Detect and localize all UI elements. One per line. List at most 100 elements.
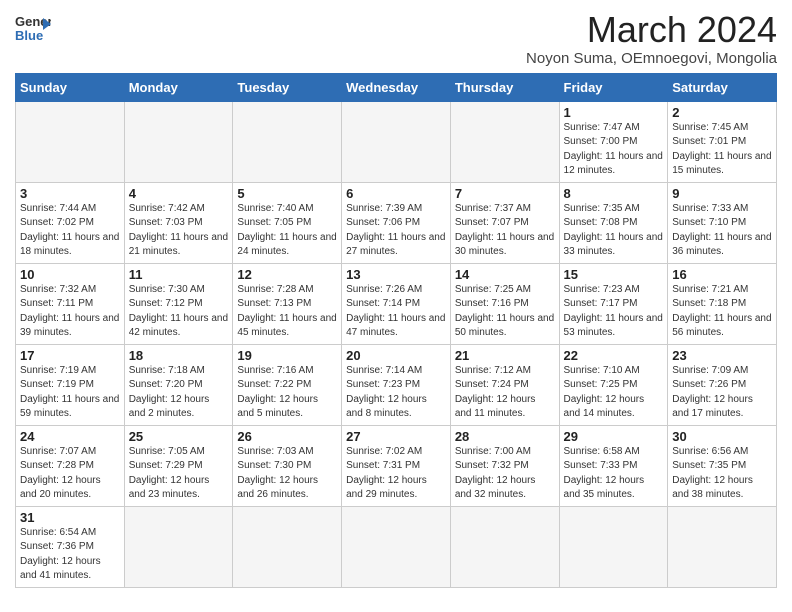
week-row-3: 17Sunrise: 7:19 AM Sunset: 7:19 PM Dayli… — [16, 344, 777, 425]
week-row-5: 31Sunrise: 6:54 AM Sunset: 7:36 PM Dayli… — [16, 506, 777, 587]
day-info: Sunrise: 7:28 AM Sunset: 7:13 PM Dayligh… — [237, 283, 337, 341]
logo-icon: General Blue — [15, 10, 51, 46]
month-title: March 2024 — [526, 10, 777, 50]
day-cell: 30Sunrise: 6:56 AM Sunset: 7:35 PM Dayli… — [668, 425, 777, 506]
day-info: Sunrise: 7:25 AM Sunset: 7:16 PM Dayligh… — [455, 283, 555, 341]
col-header-monday: Monday — [124, 73, 233, 101]
day-number: 25 — [129, 429, 229, 444]
day-cell: 8Sunrise: 7:35 AM Sunset: 7:08 PM Daylig… — [559, 182, 668, 263]
day-cell — [124, 101, 233, 182]
day-cell — [124, 506, 233, 587]
day-cell: 28Sunrise: 7:00 AM Sunset: 7:32 PM Dayli… — [450, 425, 559, 506]
day-cell: 14Sunrise: 7:25 AM Sunset: 7:16 PM Dayli… — [450, 263, 559, 344]
day-number: 18 — [129, 348, 229, 363]
day-number: 27 — [346, 429, 446, 444]
day-number: 1 — [564, 105, 664, 120]
day-info: Sunrise: 7:14 AM Sunset: 7:23 PM Dayligh… — [346, 364, 446, 422]
day-info: Sunrise: 7:00 AM Sunset: 7:32 PM Dayligh… — [455, 445, 555, 503]
day-number: 5 — [237, 186, 337, 201]
day-number: 12 — [237, 267, 337, 282]
day-info: Sunrise: 7:26 AM Sunset: 7:14 PM Dayligh… — [346, 283, 446, 341]
subtitle: Noyon Suma, OEmnoegovi, Mongolia — [526, 50, 777, 67]
day-number: 11 — [129, 267, 229, 282]
day-info: Sunrise: 7:44 AM Sunset: 7:02 PM Dayligh… — [20, 202, 120, 260]
day-number: 21 — [455, 348, 555, 363]
day-cell: 1Sunrise: 7:47 AM Sunset: 7:00 PM Daylig… — [559, 101, 668, 182]
week-row-1: 3Sunrise: 7:44 AM Sunset: 7:02 PM Daylig… — [16, 182, 777, 263]
day-cell: 26Sunrise: 7:03 AM Sunset: 7:30 PM Dayli… — [233, 425, 342, 506]
col-header-wednesday: Wednesday — [342, 73, 451, 101]
day-number: 22 — [564, 348, 664, 363]
day-cell: 25Sunrise: 7:05 AM Sunset: 7:29 PM Dayli… — [124, 425, 233, 506]
day-number: 26 — [237, 429, 337, 444]
day-number: 15 — [564, 267, 664, 282]
day-cell: 21Sunrise: 7:12 AM Sunset: 7:24 PM Dayli… — [450, 344, 559, 425]
day-cell — [233, 101, 342, 182]
day-info: Sunrise: 7:42 AM Sunset: 7:03 PM Dayligh… — [129, 202, 229, 260]
day-cell: 7Sunrise: 7:37 AM Sunset: 7:07 PM Daylig… — [450, 182, 559, 263]
day-cell — [668, 506, 777, 587]
day-cell — [450, 506, 559, 587]
day-number: 29 — [564, 429, 664, 444]
day-info: Sunrise: 7:18 AM Sunset: 7:20 PM Dayligh… — [129, 364, 229, 422]
day-number: 4 — [129, 186, 229, 201]
day-info: Sunrise: 7:45 AM Sunset: 7:01 PM Dayligh… — [672, 121, 772, 179]
day-info: Sunrise: 6:56 AM Sunset: 7:35 PM Dayligh… — [672, 445, 772, 503]
day-info: Sunrise: 7:19 AM Sunset: 7:19 PM Dayligh… — [20, 364, 120, 422]
col-header-saturday: Saturday — [668, 73, 777, 101]
day-cell: 2Sunrise: 7:45 AM Sunset: 7:01 PM Daylig… — [668, 101, 777, 182]
day-cell: 4Sunrise: 7:42 AM Sunset: 7:03 PM Daylig… — [124, 182, 233, 263]
day-info: Sunrise: 7:09 AM Sunset: 7:26 PM Dayligh… — [672, 364, 772, 422]
day-cell — [233, 506, 342, 587]
day-cell: 3Sunrise: 7:44 AM Sunset: 7:02 PM Daylig… — [16, 182, 125, 263]
day-cell — [450, 101, 559, 182]
day-info: Sunrise: 7:47 AM Sunset: 7:00 PM Dayligh… — [564, 121, 664, 179]
week-row-2: 10Sunrise: 7:32 AM Sunset: 7:11 PM Dayli… — [16, 263, 777, 344]
day-cell: 13Sunrise: 7:26 AM Sunset: 7:14 PM Dayli… — [342, 263, 451, 344]
day-cell: 24Sunrise: 7:07 AM Sunset: 7:28 PM Dayli… — [16, 425, 125, 506]
day-info: Sunrise: 7:21 AM Sunset: 7:18 PM Dayligh… — [672, 283, 772, 341]
day-number: 31 — [20, 510, 120, 525]
day-info: Sunrise: 7:23 AM Sunset: 7:17 PM Dayligh… — [564, 283, 664, 341]
day-info: Sunrise: 6:54 AM Sunset: 7:36 PM Dayligh… — [20, 526, 120, 584]
day-cell: 15Sunrise: 7:23 AM Sunset: 7:17 PM Dayli… — [559, 263, 668, 344]
day-info: Sunrise: 7:37 AM Sunset: 7:07 PM Dayligh… — [455, 202, 555, 260]
day-info: Sunrise: 7:33 AM Sunset: 7:10 PM Dayligh… — [672, 202, 772, 260]
day-cell: 16Sunrise: 7:21 AM Sunset: 7:18 PM Dayli… — [668, 263, 777, 344]
day-cell: 23Sunrise: 7:09 AM Sunset: 7:26 PM Dayli… — [668, 344, 777, 425]
day-number: 30 — [672, 429, 772, 444]
day-cell: 11Sunrise: 7:30 AM Sunset: 7:12 PM Dayli… — [124, 263, 233, 344]
day-number: 3 — [20, 186, 120, 201]
logo: General Blue — [15, 10, 51, 46]
day-cell: 29Sunrise: 6:58 AM Sunset: 7:33 PM Dayli… — [559, 425, 668, 506]
col-header-thursday: Thursday — [450, 73, 559, 101]
day-info: Sunrise: 7:30 AM Sunset: 7:12 PM Dayligh… — [129, 283, 229, 341]
day-info: Sunrise: 7:05 AM Sunset: 7:29 PM Dayligh… — [129, 445, 229, 503]
day-cell: 6Sunrise: 7:39 AM Sunset: 7:06 PM Daylig… — [342, 182, 451, 263]
day-number: 10 — [20, 267, 120, 282]
col-header-tuesday: Tuesday — [233, 73, 342, 101]
day-number: 24 — [20, 429, 120, 444]
day-cell: 5Sunrise: 7:40 AM Sunset: 7:05 PM Daylig… — [233, 182, 342, 263]
day-number: 14 — [455, 267, 555, 282]
day-number: 8 — [564, 186, 664, 201]
day-cell: 12Sunrise: 7:28 AM Sunset: 7:13 PM Dayli… — [233, 263, 342, 344]
day-cell: 9Sunrise: 7:33 AM Sunset: 7:10 PM Daylig… — [668, 182, 777, 263]
day-cell — [342, 101, 451, 182]
day-number: 17 — [20, 348, 120, 363]
calendar-table: SundayMondayTuesdayWednesdayThursdayFrid… — [15, 73, 777, 588]
day-number: 16 — [672, 267, 772, 282]
day-number: 2 — [672, 105, 772, 120]
day-cell: 17Sunrise: 7:19 AM Sunset: 7:19 PM Dayli… — [16, 344, 125, 425]
day-number: 7 — [455, 186, 555, 201]
day-number: 9 — [672, 186, 772, 201]
day-number: 20 — [346, 348, 446, 363]
day-info: Sunrise: 7:02 AM Sunset: 7:31 PM Dayligh… — [346, 445, 446, 503]
day-info: Sunrise: 7:40 AM Sunset: 7:05 PM Dayligh… — [237, 202, 337, 260]
day-cell: 19Sunrise: 7:16 AM Sunset: 7:22 PM Dayli… — [233, 344, 342, 425]
day-cell — [559, 506, 668, 587]
week-row-4: 24Sunrise: 7:07 AM Sunset: 7:28 PM Dayli… — [16, 425, 777, 506]
header-row: SundayMondayTuesdayWednesdayThursdayFrid… — [16, 73, 777, 101]
day-number: 6 — [346, 186, 446, 201]
day-cell: 31Sunrise: 6:54 AM Sunset: 7:36 PM Dayli… — [16, 506, 125, 587]
